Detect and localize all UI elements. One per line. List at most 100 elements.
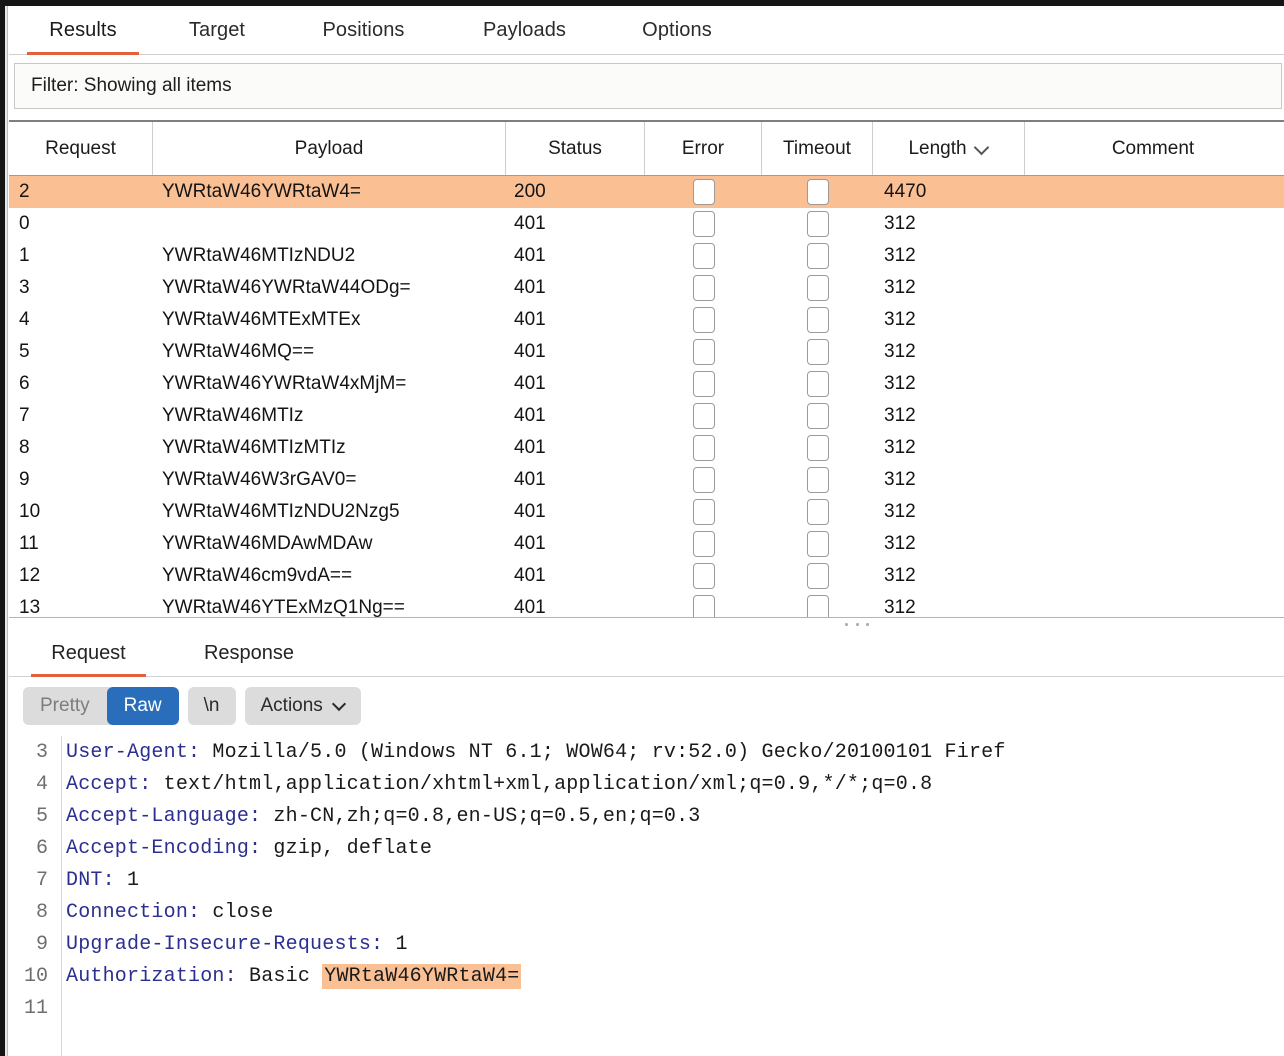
tab-target[interactable]: Target	[157, 6, 277, 55]
newline-button[interactable]: \n	[188, 687, 236, 725]
cell-length: 312	[884, 464, 1024, 496]
timeout-checkbox[interactable]	[807, 307, 829, 333]
tab-results[interactable]: Results	[23, 6, 143, 55]
cell-length: 4470	[884, 176, 1024, 208]
column-header-label: Length	[908, 138, 966, 160]
cell-length: 312	[884, 400, 1024, 432]
table-row[interactable]: 7YWRtaW46MTIz401312	[9, 400, 1284, 432]
table-row[interactable]: 3YWRtaW46YWRtaW44ODg=401312	[9, 272, 1284, 304]
cell-payload: YWRtaW46YTExMzQ1Ng==	[162, 592, 498, 617]
table-row[interactable]: 2YWRtaW46YWRtaW4=2004470	[9, 176, 1284, 208]
table-row[interactable]: 9YWRtaW46W3rGAV0=401312	[9, 464, 1284, 496]
actions-label: Actions	[261, 695, 323, 717]
timeout-checkbox[interactable]	[807, 435, 829, 461]
column-header-error[interactable]: Error	[645, 122, 762, 175]
header-value: Basic	[237, 965, 322, 988]
cell-request: 4	[19, 304, 149, 336]
timeout-checkbox[interactable]	[807, 499, 829, 525]
cell-timeout	[762, 336, 873, 368]
tab-payloads[interactable]: Payloads	[452, 6, 597, 55]
actions-button[interactable]: Actions	[245, 687, 361, 725]
timeout-checkbox[interactable]	[807, 403, 829, 429]
intruder-tabstrip: Results Target Positions Payloads Options	[9, 6, 1284, 55]
timeout-checkbox[interactable]	[807, 275, 829, 301]
cell-length: 312	[884, 240, 1024, 272]
line-number: 3	[9, 741, 57, 764]
error-checkbox[interactable]	[693, 275, 715, 301]
table-row[interactable]: 10YWRtaW46MTIzNDU2Nzg5401312	[9, 496, 1284, 528]
error-checkbox[interactable]	[693, 339, 715, 365]
tab-positions[interactable]: Positions	[291, 6, 436, 55]
table-row[interactable]: 12YWRtaW46cm9vdA==401312	[9, 560, 1284, 592]
error-checkbox[interactable]	[693, 531, 715, 557]
cell-payload: YWRtaW46YWRtaW4xMjM=	[162, 368, 498, 400]
column-header-length[interactable]: Length	[873, 122, 1025, 175]
error-checkbox[interactable]	[693, 211, 715, 237]
timeout-checkbox[interactable]	[807, 243, 829, 269]
table-row[interactable]: 11YWRtaW46MDAwMDAw401312	[9, 528, 1284, 560]
error-checkbox[interactable]	[693, 371, 715, 397]
timeout-checkbox[interactable]	[807, 531, 829, 557]
header-value: text/html,application/xhtml+xml,applicat…	[151, 773, 932, 796]
request-line: 3User-Agent: Mozilla/5.0 (Windows NT 6.1…	[9, 736, 1284, 768]
cell-status: 401	[514, 368, 634, 400]
cell-payload	[162, 208, 498, 240]
error-checkbox[interactable]	[693, 435, 715, 461]
pretty-raw-toggle[interactable]: Pretty Raw	[23, 687, 179, 725]
table-row[interactable]: 4YWRtaW46MTExMTEx401312	[9, 304, 1284, 336]
cell-length: 312	[884, 304, 1024, 336]
error-checkbox[interactable]	[693, 499, 715, 525]
timeout-checkbox[interactable]	[807, 371, 829, 397]
table-row[interactable]: 0401312	[9, 208, 1284, 240]
table-row[interactable]: 1YWRtaW46MTIzNDU2401312	[9, 240, 1284, 272]
tab-response[interactable]: Response	[179, 629, 319, 677]
table-row[interactable]: 8YWRtaW46MTIzMTIz401312	[9, 432, 1284, 464]
splitter-grip-icon[interactable]	[845, 623, 869, 627]
cell-payload: YWRtaW46MDAwMDAw	[162, 528, 498, 560]
timeout-checkbox[interactable]	[807, 179, 829, 205]
cell-request: 11	[19, 528, 149, 560]
column-header-status[interactable]: Status	[506, 122, 645, 175]
cell-timeout	[762, 304, 873, 336]
cell-status: 401	[514, 400, 634, 432]
raw-button[interactable]: Raw	[107, 687, 179, 725]
tab-options[interactable]: Options	[612, 6, 742, 55]
table-row[interactable]: 5YWRtaW46MQ==401312	[9, 336, 1284, 368]
column-header-label: Timeout	[783, 138, 851, 160]
timeout-checkbox[interactable]	[807, 211, 829, 237]
table-row[interactable]: 13YWRtaW46YTExMzQ1Ng==401312	[9, 592, 1284, 617]
timeout-checkbox[interactable]	[807, 339, 829, 365]
error-checkbox[interactable]	[693, 595, 715, 617]
tab-request[interactable]: Request	[31, 629, 146, 677]
request-raw-editor[interactable]: 3User-Agent: Mozilla/5.0 (Windows NT 6.1…	[9, 736, 1284, 1056]
cell-error	[645, 304, 762, 336]
column-header-request[interactable]: Request	[9, 122, 153, 175]
line-number: 8	[9, 901, 57, 924]
cell-request: 6	[19, 368, 149, 400]
timeout-checkbox[interactable]	[807, 563, 829, 589]
error-checkbox[interactable]	[693, 307, 715, 333]
filter-bar[interactable]: Filter: Showing all items	[14, 63, 1282, 109]
error-checkbox[interactable]	[693, 563, 715, 589]
table-row[interactable]: 6YWRtaW46YWRtaW4xMjM=401312	[9, 368, 1284, 400]
error-checkbox[interactable]	[693, 467, 715, 493]
timeout-checkbox[interactable]	[807, 595, 829, 617]
request-line: 11	[9, 992, 1284, 1024]
cell-status: 401	[514, 240, 634, 272]
cell-status: 401	[514, 528, 634, 560]
request-line: 9Upgrade-Insecure-Requests: 1	[9, 928, 1284, 960]
column-header-comment[interactable]: Comment	[1025, 122, 1281, 175]
error-checkbox[interactable]	[693, 403, 715, 429]
results-table-body: 2YWRtaW46YWRtaW4=200447004013121YWRtaW46…	[9, 176, 1284, 617]
cell-error	[645, 176, 762, 208]
timeout-checkbox[interactable]	[807, 467, 829, 493]
cell-comment	[1029, 528, 1279, 560]
pretty-button[interactable]: Pretty	[23, 687, 107, 725]
message-toolbar: Pretty Raw \n Actions	[9, 680, 1284, 732]
error-checkbox[interactable]	[693, 243, 715, 269]
error-checkbox[interactable]	[693, 179, 715, 205]
request-line-text: Accept-Encoding: gzip, deflate	[57, 837, 432, 860]
header-name: Upgrade-Insecure-Requests:	[66, 933, 383, 956]
column-header-timeout[interactable]: Timeout	[762, 122, 873, 175]
column-header-payload[interactable]: Payload	[153, 122, 506, 175]
